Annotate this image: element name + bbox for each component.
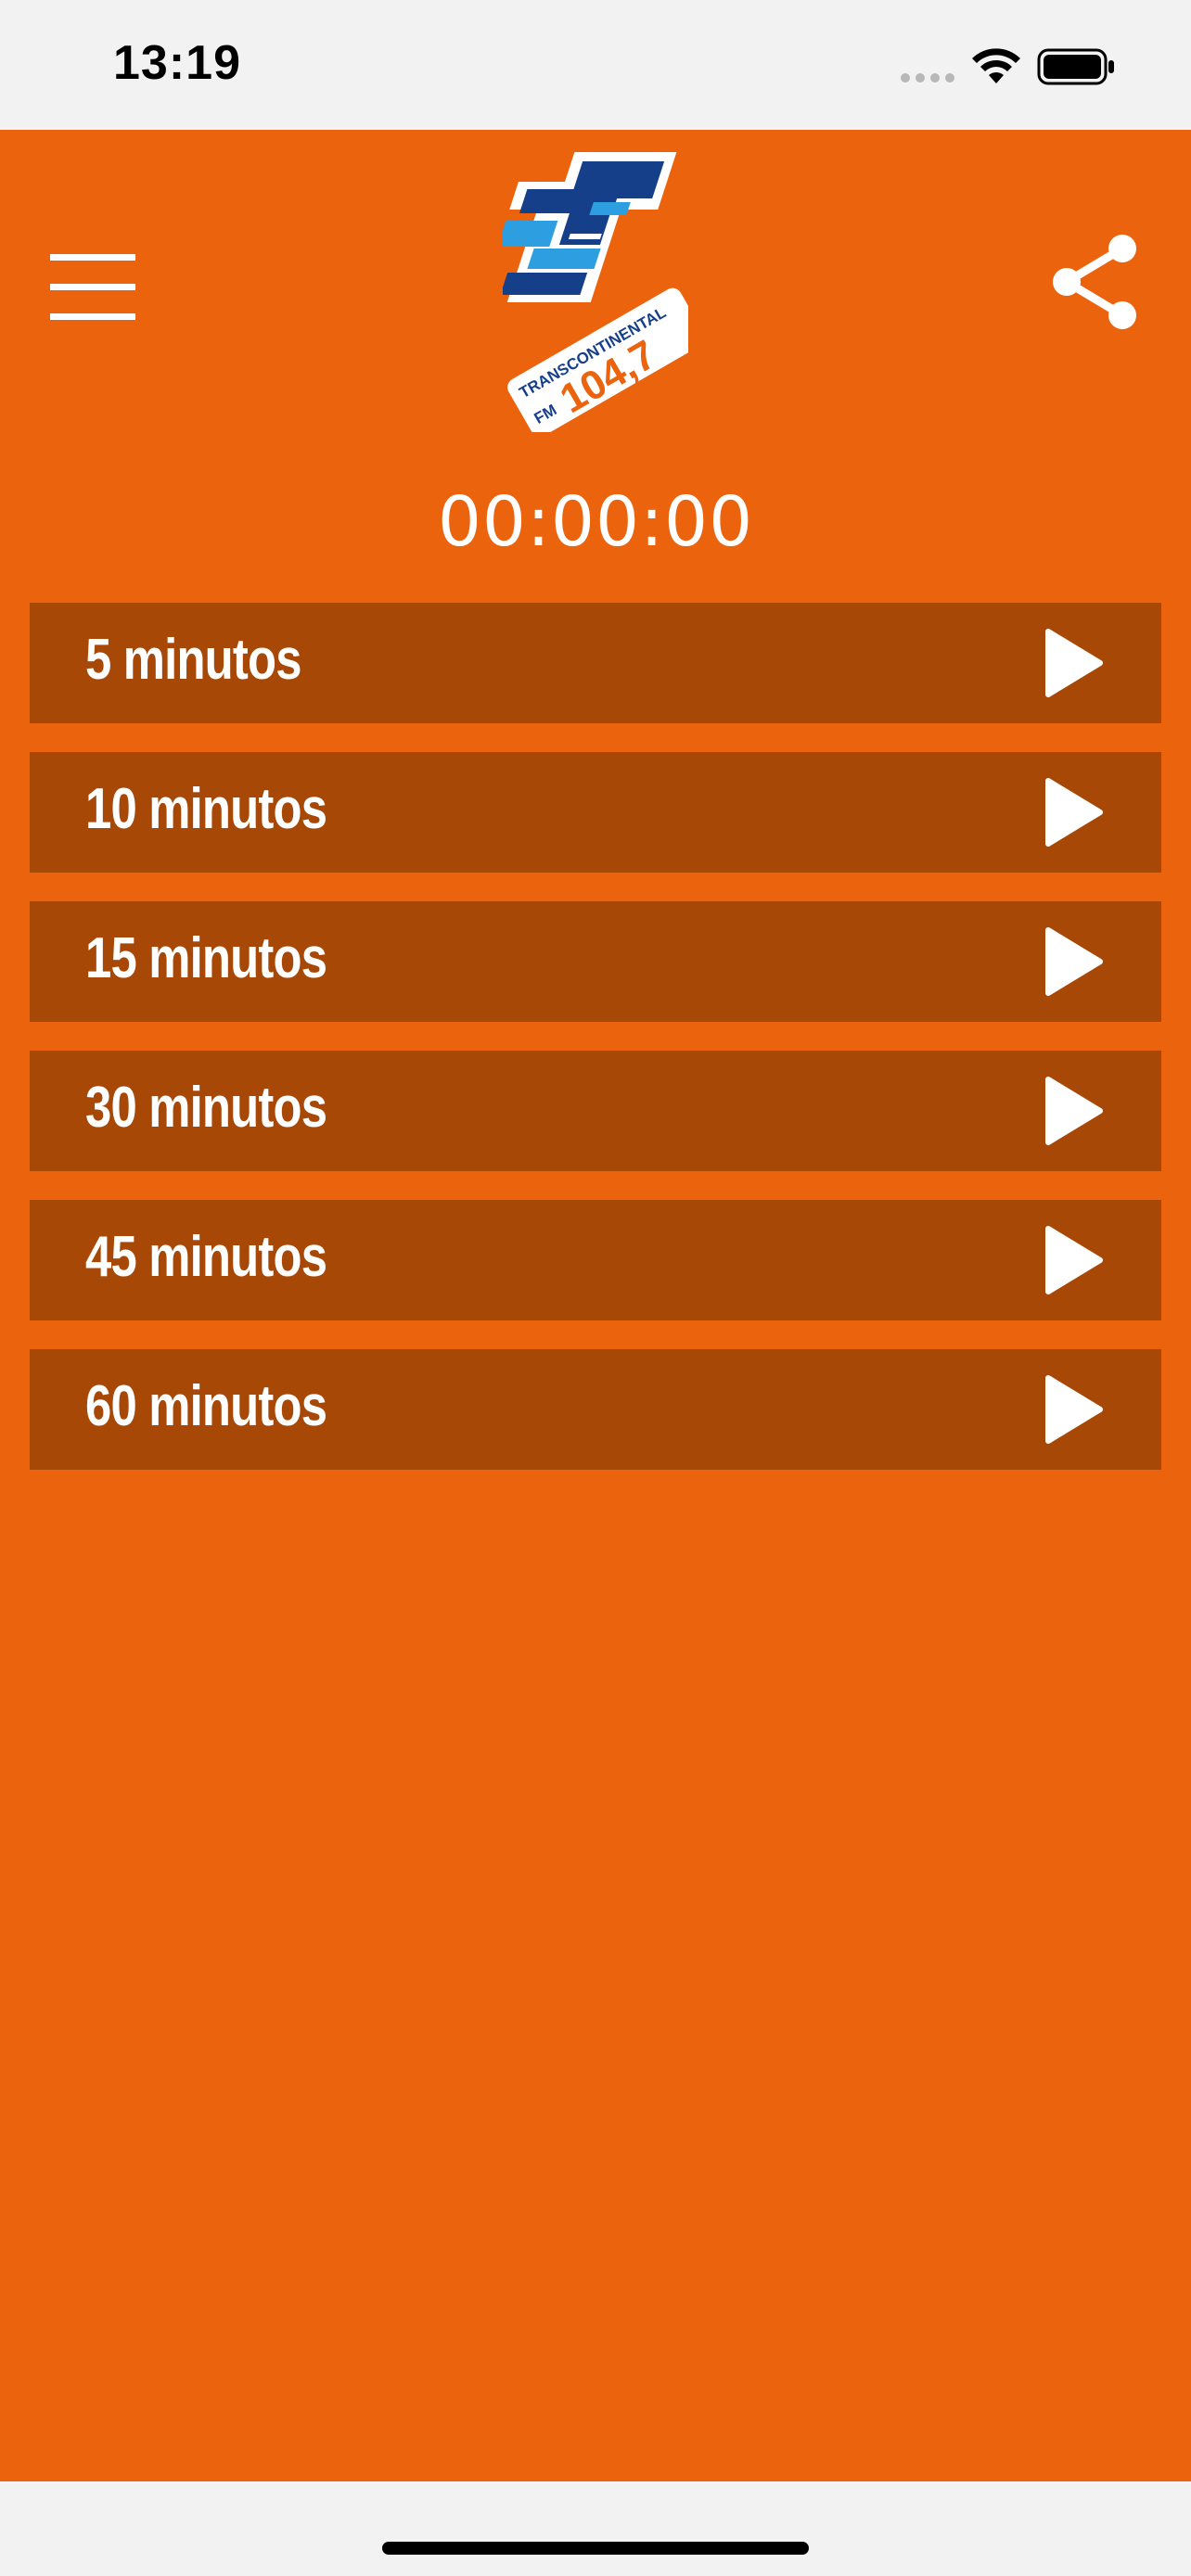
play-icon[interactable] bbox=[1041, 1223, 1106, 1297]
play-icon[interactable] bbox=[1041, 1074, 1106, 1148]
sleep-timer-options: 5 minutos 10 minutos 15 minutos 30 minut… bbox=[30, 603, 1161, 1498]
option-30-minutes[interactable]: 30 minutos bbox=[30, 1051, 1161, 1171]
option-label: 30 minutos bbox=[85, 1076, 327, 1140]
hamburger-menu-icon[interactable] bbox=[37, 241, 148, 334]
app-screen: TRANSCONTINENTAL FM 104,7 00:00:00 5 min… bbox=[0, 130, 1191, 2481]
option-60-minutes[interactable]: 60 minutos bbox=[30, 1349, 1161, 1470]
option-label: 5 minutos bbox=[85, 628, 302, 692]
station-logo: TRANSCONTINENTAL FM 104,7 bbox=[503, 152, 688, 432]
home-indicator[interactable] bbox=[382, 2542, 809, 2555]
option-45-minutes[interactable]: 45 minutos bbox=[30, 1200, 1161, 1320]
play-icon[interactable] bbox=[1041, 925, 1106, 999]
option-label: 10 minutos bbox=[85, 777, 327, 841]
option-10-minutes[interactable]: 10 minutos bbox=[30, 752, 1161, 873]
option-label: 15 minutos bbox=[85, 926, 327, 990]
play-icon[interactable] bbox=[1041, 1372, 1106, 1447]
play-icon[interactable] bbox=[1041, 775, 1106, 849]
status-bar: 13:19 bbox=[0, 0, 1191, 130]
option-5-minutes[interactable]: 5 minutos bbox=[30, 603, 1161, 723]
option-15-minutes[interactable]: 15 minutos bbox=[30, 901, 1161, 1022]
battery-icon bbox=[1037, 48, 1114, 85]
countdown-timer: 00:00:00 bbox=[437, 482, 754, 562]
play-icon[interactable] bbox=[1041, 626, 1106, 700]
status-time: 13:19 bbox=[113, 36, 241, 90]
home-indicator-area bbox=[0, 2481, 1191, 2576]
option-label: 60 minutos bbox=[85, 1374, 327, 1438]
cellular-signal-icon bbox=[901, 73, 954, 83]
share-icon[interactable] bbox=[1039, 226, 1150, 338]
wifi-icon bbox=[972, 48, 1020, 83]
option-label: 45 minutos bbox=[85, 1225, 327, 1289]
